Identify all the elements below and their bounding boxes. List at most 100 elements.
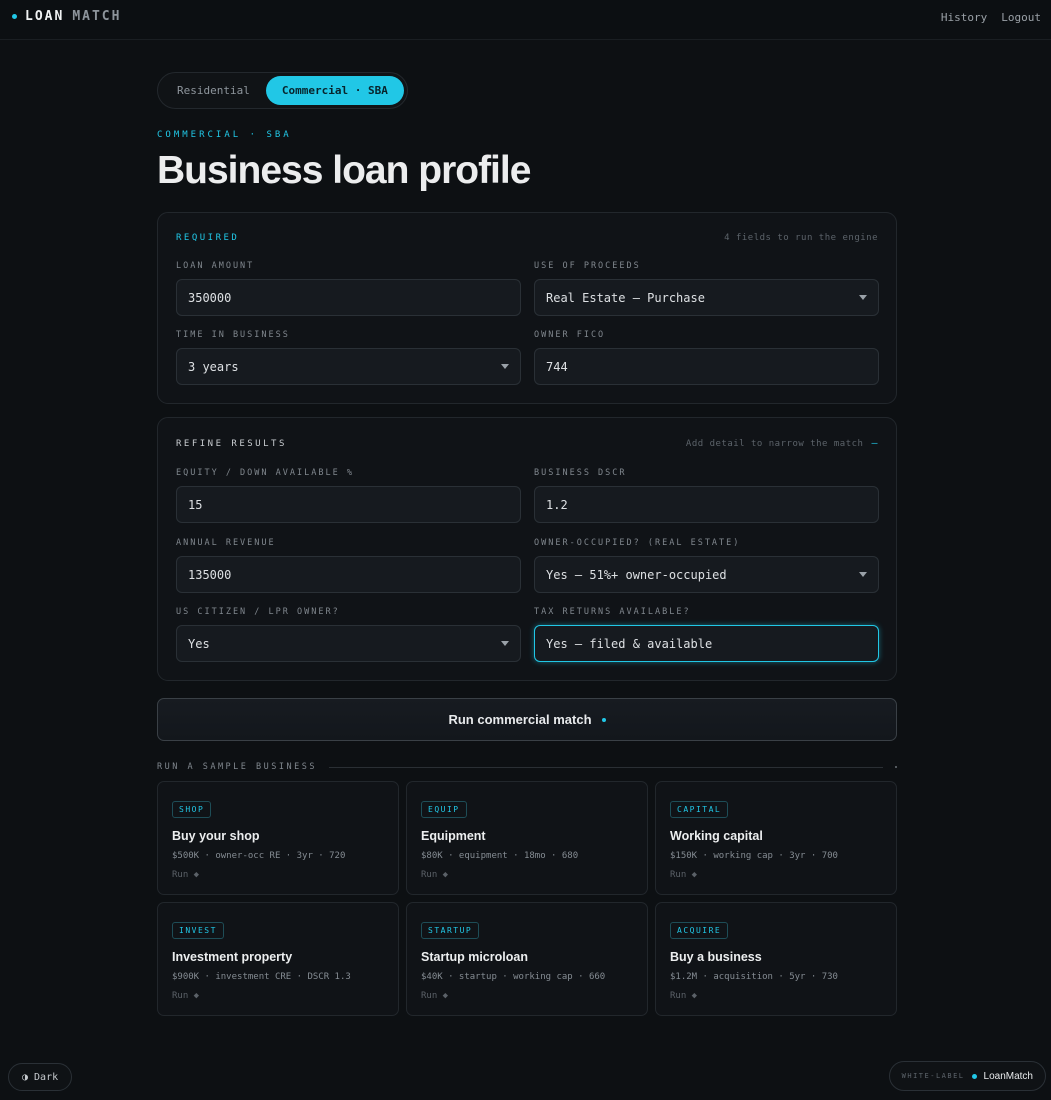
sample-tag: CAPITAL — [670, 801, 729, 818]
sample-title: Buy a business — [670, 950, 762, 964]
half-circle-icon: ◑ — [22, 1071, 29, 1083]
sample-card-acquire[interactable]: ACQUIRE Buy a business $1.2M · acquisiti… — [655, 902, 897, 1016]
owner-fico-label: OWNER FICO — [534, 330, 606, 340]
sample-meta: $150K · working cap · 3yr · 700 — [670, 851, 838, 861]
equity-field: EQUITY / DOWN AVAILABLE % 15 — [176, 468, 521, 523]
tax-returns-select[interactable]: Yes — filed & available — [534, 625, 879, 662]
use-of-proceeds-label: USE OF PROCEEDS — [534, 261, 641, 271]
chevron-down-icon — [859, 295, 867, 300]
sample-title: Working capital — [670, 829, 763, 843]
nav-history-link[interactable]: History — [941, 11, 987, 24]
time-in-business-select[interactable]: 3 years — [176, 348, 521, 385]
refine-title: REFINE RESULTS — [176, 438, 287, 449]
tax-returns-field: TAX RETURNS AVAILABLE? Yes — filed & ava… — [534, 607, 879, 662]
owner-occupied-value: Yes — 51%+ owner-occupied — [546, 567, 727, 582]
collapse-icon[interactable]: – — [871, 438, 878, 449]
nav-logout-link[interactable]: Logout — [1001, 11, 1041, 24]
sample-title: Investment property — [172, 950, 293, 964]
loan-amount-value: 350000 — [188, 290, 232, 305]
dot-icon — [971, 1073, 977, 1079]
citizen-field: US CITIZEN / LPR OWNER? Yes — [176, 607, 521, 662]
chevron-down-icon — [859, 572, 867, 577]
page-title: Business loan profile — [157, 149, 531, 192]
white-label-name: LoanMatch — [983, 1070, 1033, 1082]
page-eyebrow: COMMERCIAL · SBA — [157, 130, 292, 140]
sample-title: Buy your shop — [172, 829, 260, 843]
dot-icon — [895, 766, 897, 768]
white-label-badge[interactable]: WHITE-LABEL LoanMatch — [888, 1061, 1046, 1091]
sample-tag: SHOP — [172, 801, 212, 818]
sample-card-startup[interactable]: STARTUP Startup microloan $40K · startup… — [406, 902, 648, 1016]
required-card-header: REQUIRED 4 fields to run the engine — [176, 233, 878, 243]
dot-icon — [601, 717, 606, 722]
citizen-value: Yes — [188, 636, 210, 651]
sample-run-link[interactable]: Run ◆ — [172, 870, 199, 880]
sample-card-equip[interactable]: EQUIP Equipment $80K · equipment · 18mo … — [406, 781, 648, 895]
sample-meta: $1.2M · acquisition · 5yr · 730 — [670, 972, 838, 982]
dscr-value: 1.2 — [546, 497, 568, 512]
equity-input[interactable]: 15 — [176, 486, 521, 523]
annual-revenue-input[interactable]: 135000 — [176, 556, 521, 593]
sample-run-link[interactable]: Run ◆ — [421, 870, 448, 880]
loan-amount-field: LOAN AMOUNT 350000 — [176, 261, 521, 316]
sample-tag: ACQUIRE — [670, 922, 729, 939]
owner-fico-field: OWNER FICO 744 — [534, 330, 879, 385]
loan-amount-label: LOAN AMOUNT — [176, 261, 255, 271]
annual-revenue-field: ANNUAL REVENUE 135000 — [176, 538, 521, 593]
samples-heading: RUN A SAMPLE BUSINESS — [157, 762, 317, 772]
chevron-down-icon — [501, 364, 509, 369]
brand-logo[interactable]: LOAN MATCH — [12, 9, 121, 24]
brand-dot-icon — [12, 14, 17, 19]
sample-card-invest[interactable]: INVEST Investment property $900K · inves… — [157, 902, 399, 1016]
top-nav: LOAN MATCH History Logout — [0, 0, 1051, 40]
run-commercial-match-button[interactable]: Run commercial match — [157, 698, 897, 741]
tab-residential[interactable]: Residential — [161, 76, 266, 105]
sample-run-link[interactable]: Run ◆ — [172, 991, 199, 1001]
sample-title: Equipment — [421, 829, 486, 843]
required-title: REQUIRED — [176, 233, 240, 243]
chevron-down-icon — [501, 641, 509, 646]
sample-card-capital[interactable]: CAPITAL Working capital $150K · working … — [655, 781, 897, 895]
sample-tag: EQUIP — [421, 801, 467, 818]
sample-run-link[interactable]: Run ◆ — [421, 991, 448, 1001]
required-card: REQUIRED 4 fields to run the engine LOAN… — [157, 212, 897, 404]
sample-tag: STARTUP — [421, 922, 480, 939]
sample-run-link[interactable]: Run ◆ — [670, 991, 697, 1001]
nav-links: History Logout — [941, 11, 1041, 24]
owner-fico-value: 744 — [546, 359, 568, 374]
divider — [328, 766, 883, 768]
samples-grid: SHOP Buy your shop $500K · owner-occ RE … — [157, 781, 897, 1016]
brand-loan-text: LOAN — [25, 9, 65, 24]
time-in-business-label: TIME IN BUSINESS — [176, 330, 290, 340]
equity-value: 15 — [188, 497, 203, 512]
owner-fico-input[interactable]: 744 — [534, 348, 879, 385]
use-of-proceeds-value: Real Estate — Purchase — [546, 290, 705, 305]
dscr-input[interactable]: 1.2 — [534, 486, 879, 523]
refine-card: REFINE RESULTS Add detail to narrow the … — [157, 417, 897, 681]
owner-occupied-select[interactable]: Yes — 51%+ owner-occupied — [534, 556, 879, 593]
time-in-business-field: TIME IN BUSINESS 3 years — [176, 330, 521, 385]
use-of-proceeds-field: USE OF PROCEEDS Real Estate — Purchase — [534, 261, 879, 316]
sample-card-shop[interactable]: SHOP Buy your shop $500K · owner-occ RE … — [157, 781, 399, 895]
owner-occupied-label: OWNER-OCCUPIED? (REAL ESTATE) — [534, 538, 741, 548]
loan-amount-input[interactable]: 350000 — [176, 279, 521, 316]
samples-header: RUN A SAMPLE BUSINESS — [157, 762, 897, 772]
theme-toggle-button[interactable]: ◑ Dark — [8, 1063, 73, 1091]
refine-hint: Add detail to narrow the match – — [686, 438, 878, 449]
equity-label: EQUITY / DOWN AVAILABLE % — [176, 468, 354, 478]
owner-occupied-field: OWNER-OCCUPIED? (REAL ESTATE) Yes — 51%+… — [534, 538, 879, 593]
brand-match-text: MATCH — [72, 9, 122, 24]
sample-meta: $500K · owner-occ RE · 3yr · 720 — [172, 851, 346, 861]
required-hint: 4 fields to run the engine — [724, 233, 878, 243]
sample-run-link[interactable]: Run ◆ — [670, 870, 697, 880]
sample-meta: $80K · equipment · 18mo · 680 — [421, 851, 579, 861]
refine-card-header[interactable]: REFINE RESULTS Add detail to narrow the … — [176, 438, 878, 449]
run-button-label: Run commercial match — [448, 712, 592, 727]
citizen-select[interactable]: Yes — [176, 625, 521, 662]
sample-title: Startup microloan — [421, 950, 528, 964]
tax-returns-label: TAX RETURNS AVAILABLE? — [534, 607, 691, 617]
tab-commercial-sba[interactable]: Commercial · SBA — [265, 76, 404, 105]
refine-hint-text: Add detail to narrow the match — [685, 438, 864, 449]
use-of-proceeds-select[interactable]: Real Estate — Purchase — [534, 279, 879, 316]
time-in-business-value: 3 years — [188, 359, 239, 374]
